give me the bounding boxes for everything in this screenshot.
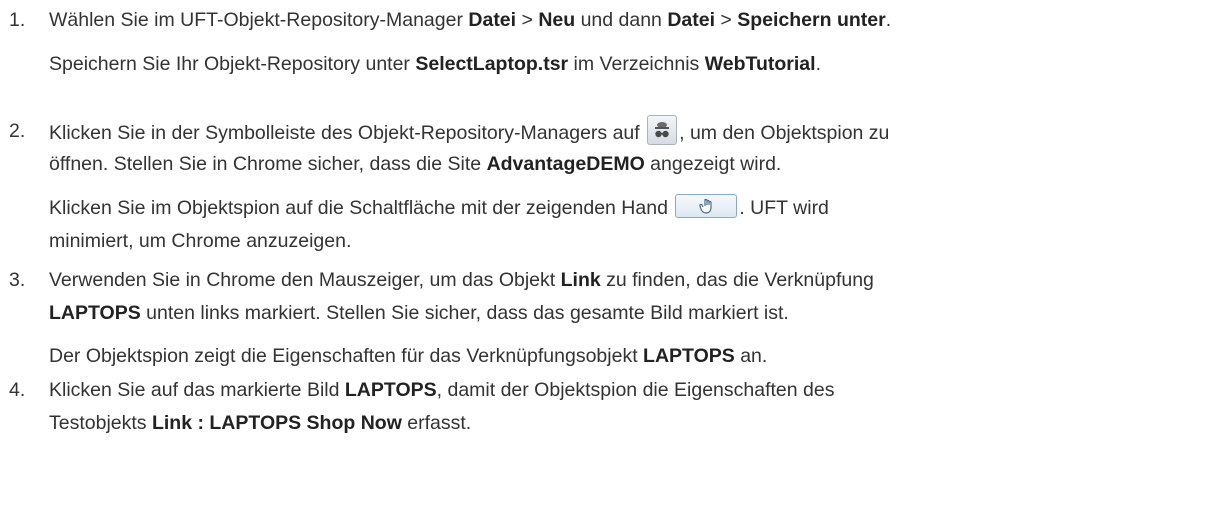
step-1-line-2: Speichern Sie Ihr Objekt-Repository unte… bbox=[49, 48, 1204, 81]
site-name: AdvantageDEMO bbox=[486, 153, 645, 175]
step-number: 4. bbox=[9, 379, 26, 401]
text: erfasst. bbox=[401, 412, 472, 434]
menu-datei: Datei bbox=[468, 9, 517, 31]
step-4-line-2: Testobjekts Link : LAPTOPS Shop Now erfa… bbox=[49, 407, 1204, 440]
text: im Verzeichnis bbox=[568, 53, 705, 75]
object-link: Link bbox=[560, 269, 601, 291]
image-laptops: LAPTOPS bbox=[344, 379, 437, 401]
text: Wählen Sie im UFT-Objekt-Repository-Mana… bbox=[49, 9, 469, 31]
text: Klicken Sie im Objektspion auf die Schal… bbox=[49, 197, 674, 219]
text: minimiert, um Chrome anzuzeigen. bbox=[49, 230, 352, 252]
text: Speichern Sie Ihr Objekt-Repository unte… bbox=[49, 53, 416, 75]
step-2-line-2: öffnen. Stellen Sie in Chrome sicher, da… bbox=[49, 148, 1204, 181]
step-2-line-4: minimiert, um Chrome anzuzeigen. bbox=[49, 225, 1204, 258]
text: Klicken Sie auf das markierte Bild bbox=[49, 379, 345, 401]
step-2-line-3: Klicken Sie im Objektspion auf die Schal… bbox=[49, 192, 1204, 225]
step-number: 2. bbox=[9, 120, 26, 142]
text: und dann bbox=[575, 9, 668, 31]
step-3-line-1: Verwenden Sie in Chrome den Mauszeiger, … bbox=[49, 264, 1204, 297]
text: zu finden, das die Verknüpfung bbox=[600, 269, 874, 291]
step-2-line-1: Klicken Sie in der Symbolleiste des Obje… bbox=[49, 115, 1204, 150]
step-3-line-3: Der Objektspion zeigt die Eigenschaften … bbox=[49, 340, 1204, 373]
text: , damit der Objektspion die Eigenschafte… bbox=[436, 379, 835, 401]
test-object-name: Link : LAPTOPS Shop Now bbox=[151, 412, 402, 434]
step-1-line-1: Wählen Sie im UFT-Objekt-Repository-Mana… bbox=[49, 4, 1204, 37]
text: Klicken Sie in der Symbolleiste des Obje… bbox=[49, 122, 646, 144]
text: > bbox=[516, 9, 539, 31]
text: . UFT wird bbox=[739, 197, 829, 219]
text: . bbox=[815, 53, 821, 75]
step-3-line-2: LAPTOPS unten links markiert. Stellen Si… bbox=[49, 297, 1204, 330]
step-number: 1. bbox=[9, 9, 26, 31]
text: Verwenden Sie in Chrome den Mauszeiger, … bbox=[49, 269, 561, 291]
text: > bbox=[715, 9, 738, 31]
object-spy-icon bbox=[647, 115, 678, 145]
text: . bbox=[885, 9, 892, 31]
text: an. bbox=[734, 345, 768, 367]
folder-name: WebTutorial bbox=[704, 53, 816, 75]
pointing-hand-icon bbox=[675, 194, 738, 218]
menu-speichern-unter: Speichern unter bbox=[737, 9, 886, 31]
text: , um den Objektspion zu bbox=[679, 122, 890, 144]
link-laptops: LAPTOPS bbox=[643, 345, 735, 367]
text: unten links markiert. Stellen Sie sicher… bbox=[140, 302, 789, 324]
menu-neu: Neu bbox=[538, 9, 576, 31]
step-4-line-1: Klicken Sie auf das markierte Bild LAPTO… bbox=[49, 374, 1204, 407]
menu-datei: Datei bbox=[667, 9, 716, 31]
step-number: 3. bbox=[9, 269, 26, 291]
text: öffnen. Stellen Sie in Chrome sicher, da… bbox=[49, 153, 487, 175]
link-laptops: LAPTOPS bbox=[49, 302, 141, 324]
file-name: SelectLaptop.tsr bbox=[415, 53, 569, 75]
text: angezeigt wird. bbox=[644, 153, 782, 175]
text: Testobjekts bbox=[49, 412, 152, 434]
text: Der Objektspion zeigt die Eigenschaften … bbox=[49, 345, 644, 367]
